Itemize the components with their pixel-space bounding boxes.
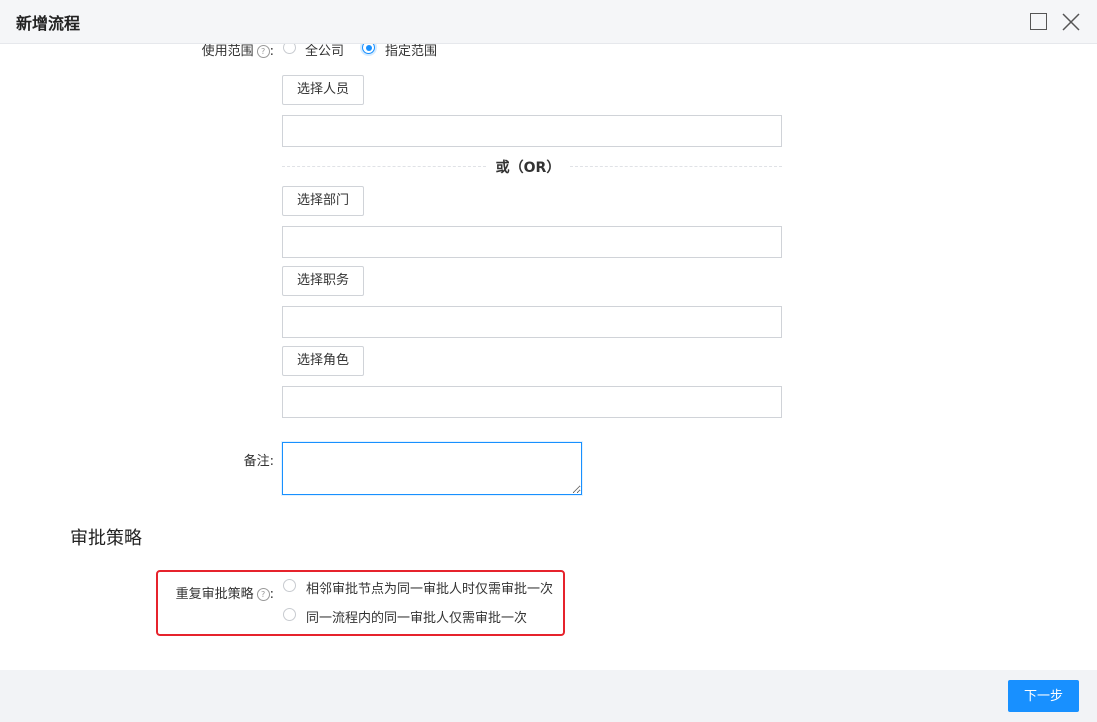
role-field[interactable] bbox=[282, 386, 782, 418]
close-icon bbox=[1062, 13, 1080, 31]
radio-specified-scope[interactable] bbox=[362, 44, 375, 54]
radio-whole-company-label: 全公司 bbox=[305, 44, 345, 59]
or-label: 或（OR） bbox=[495, 160, 561, 176]
repeat-approval-colon: : bbox=[269, 587, 274, 602]
dialog-body: 使用范围?: 全公司 指定范围 选择人员 或（OR） 选择部门 选择职务 选择角… bbox=[0, 44, 1097, 670]
radio-adjacent-once-label: 相邻审批节点为同一审批人时仅需审批一次 bbox=[306, 582, 554, 597]
help-icon[interactable]: ? bbox=[256, 45, 270, 58]
select-department-button[interactable]: 选择部门 bbox=[282, 186, 365, 216]
or-divider-right bbox=[570, 166, 782, 167]
position-field[interactable] bbox=[282, 306, 782, 338]
help-icon[interactable]: ? bbox=[256, 588, 270, 601]
remark-label-row: 备注: bbox=[200, 450, 274, 469]
scope-colon: : bbox=[269, 44, 274, 59]
people-field[interactable] bbox=[282, 115, 782, 147]
remark-label: 备注 bbox=[243, 454, 270, 469]
radio-adjacent-once[interactable] bbox=[283, 579, 296, 592]
radio-whole-company[interactable] bbox=[283, 44, 296, 54]
dialog-title: 新增流程 bbox=[16, 14, 81, 33]
maximize-button[interactable] bbox=[1026, 9, 1052, 35]
scope-label-row: 使用范围?: bbox=[180, 44, 274, 59]
maximize-icon bbox=[1030, 13, 1047, 30]
approval-section-title: 审批策略 bbox=[70, 528, 142, 549]
select-role-button[interactable]: 选择角色 bbox=[282, 346, 365, 376]
dialog-footer: 下一步 bbox=[0, 670, 1097, 722]
scope-label: 使用范围 bbox=[201, 44, 254, 59]
repeat-approval-label-row: 重复审批策略?: bbox=[160, 583, 274, 602]
dialog-header: 新增流程 bbox=[0, 0, 1097, 44]
remark-colon: : bbox=[269, 454, 274, 469]
or-divider-left bbox=[282, 166, 486, 167]
next-step-button[interactable]: 下一步 bbox=[1008, 680, 1079, 712]
close-button[interactable] bbox=[1058, 9, 1084, 35]
radio-specified-scope-label: 指定范围 bbox=[385, 44, 438, 59]
select-people-button[interactable]: 选择人员 bbox=[282, 75, 365, 105]
radio-same-flow-once[interactable] bbox=[283, 608, 296, 621]
select-position-button[interactable]: 选择职务 bbox=[282, 266, 365, 296]
department-field[interactable] bbox=[282, 226, 782, 258]
remark-textarea[interactable] bbox=[282, 442, 582, 495]
radio-same-flow-once-label: 同一流程内的同一审批人仅需审批一次 bbox=[306, 611, 528, 626]
repeat-approval-label: 重复审批策略 bbox=[175, 587, 254, 602]
